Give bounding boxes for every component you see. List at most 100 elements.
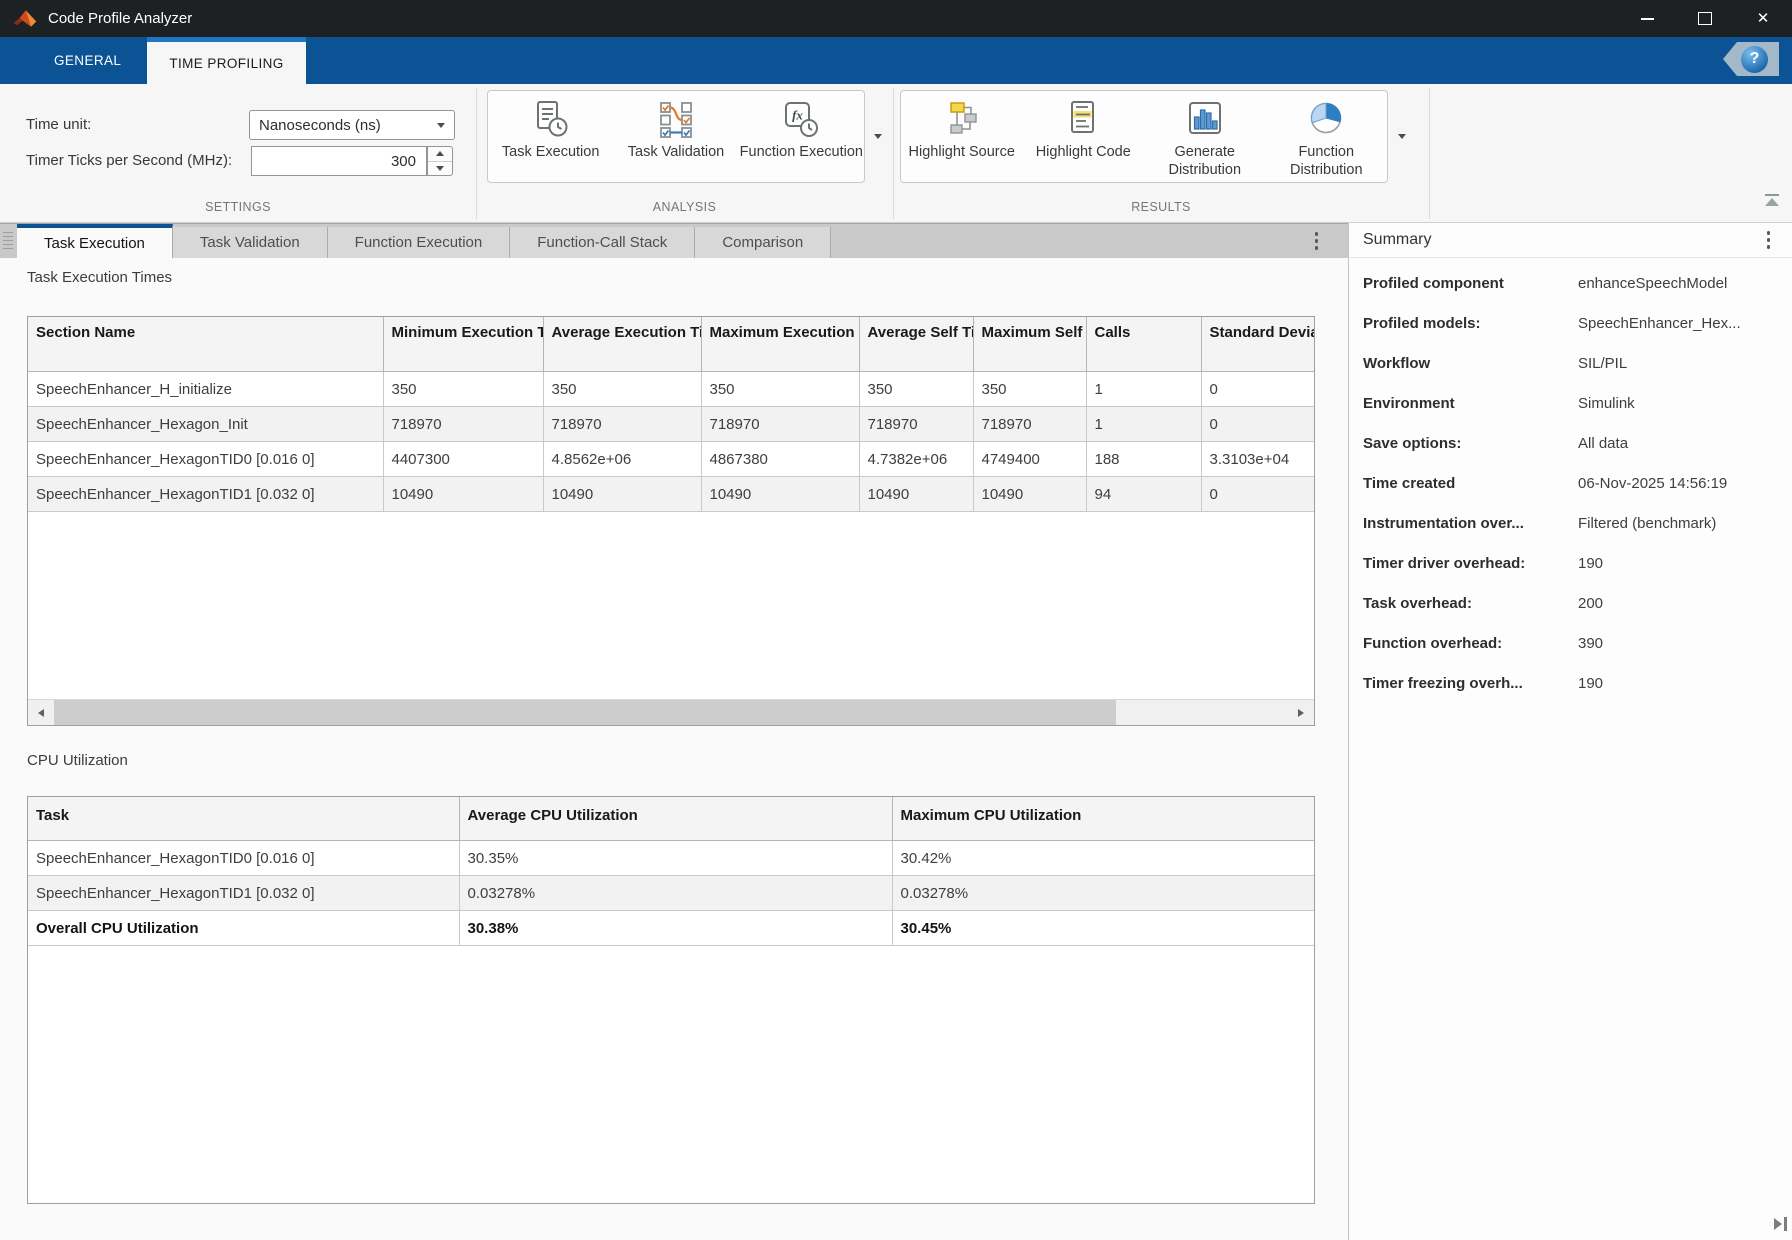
maximize-icon: [1698, 12, 1712, 25]
column-header[interactable]: Average CPU Utilization: [459, 797, 892, 841]
doc-tab[interactable]: Task Validation: [173, 227, 328, 258]
task-validation-button[interactable]: Task Validation: [613, 91, 738, 182]
chevron-down-icon: [436, 166, 444, 171]
results-gallery-dropdown[interactable]: [1390, 90, 1414, 183]
table-cell: 4749400: [973, 442, 1086, 477]
table-cell: SpeechEnhancer_HexagonTID0 [0.016 0]: [28, 442, 383, 477]
toolstrip: Time unit: Nanoseconds (ns) Timer Ticks …: [0, 84, 1792, 223]
table-cell: Overall CPU Utilization: [28, 911, 459, 946]
scroll-left-button[interactable]: [28, 700, 54, 725]
summary-row: Workflow SIL/PIL: [1349, 354, 1792, 394]
close-button[interactable]: ✕: [1734, 0, 1792, 37]
table-cell: 30.35%: [459, 841, 892, 876]
section-divider: [1429, 88, 1430, 219]
function-execution-icon: fx: [779, 98, 823, 142]
table-row[interactable]: SpeechEnhancer_HexagonTID1 [0.032 0] 0.03…: [28, 876, 1314, 911]
summary-value: 190: [1578, 554, 1603, 574]
time-unit-dropdown[interactable]: Nanoseconds (ns): [249, 110, 455, 140]
timer-ticks-input[interactable]: [251, 146, 427, 176]
table-cell: 718970: [973, 407, 1086, 442]
table-cell: SpeechEnhancer_Hexagon_Init: [28, 407, 383, 442]
column-header[interactable]: Average Execution Time: [543, 317, 701, 372]
summary-value: All data: [1578, 434, 1628, 454]
table-cell: 0.03278%: [892, 876, 1314, 911]
minimize-button[interactable]: [1618, 0, 1676, 37]
column-header[interactable]: Standard Deviation: [1201, 317, 1314, 372]
table-cell: 10490: [383, 477, 543, 512]
column-header[interactable]: Minimum Execution Time: [383, 317, 543, 372]
analysis-gallery-dropdown[interactable]: [866, 90, 890, 183]
close-icon: ✕: [1757, 11, 1770, 26]
table-cell: 30.38%: [459, 911, 892, 946]
scrollbar-track[interactable]: [54, 700, 1288, 725]
tab-options-menu[interactable]: [1315, 232, 1319, 250]
table-cell: 350: [701, 372, 859, 407]
timer-ticks-stepper[interactable]: [427, 146, 453, 176]
scrollbar-thumb[interactable]: [54, 700, 1116, 725]
table-cell: 4867380: [701, 442, 859, 477]
table-row[interactable]: SpeechEnhancer_HexagonTID0 [0.016 0]4407…: [28, 442, 1314, 477]
table-cell: 30.42%: [892, 841, 1314, 876]
table-cell: 718970: [859, 407, 973, 442]
summary-panel-header: Summary: [1348, 223, 1792, 258]
results-button-group: Highlight Source Highlight Code Generate: [900, 90, 1388, 183]
doc-tab[interactable]: Task Execution: [17, 224, 173, 258]
stepper-up-button[interactable]: [428, 147, 452, 161]
function-execution-button[interactable]: fx Function Execution: [739, 91, 864, 182]
summary-label: Profiled component: [1363, 274, 1578, 294]
collapse-toolstrip-button[interactable]: [1764, 194, 1780, 206]
table-row[interactable]: SpeechEnhancer_HexagonTID0 [0.016 0]30.3…: [28, 841, 1314, 876]
table-row[interactable]: SpeechEnhancer_HexagonTID1 [0.032 0]1049…: [28, 477, 1314, 512]
horizontal-scrollbar[interactable]: [28, 699, 1314, 725]
function-distribution-button[interactable]: Function Distribution: [1266, 91, 1388, 182]
drag-grip-icon[interactable]: [3, 232, 13, 250]
cpu-table-title: CPU Utilization: [27, 752, 128, 769]
expand-panel-button[interactable]: [1774, 1217, 1787, 1231]
table-cell: 3.3103e+04: [1201, 442, 1314, 477]
maximize-button[interactable]: [1676, 0, 1734, 37]
chevron-down-icon: [874, 134, 882, 139]
table-cell: SpeechEnhancer_HexagonTID1 [0.032 0]: [28, 876, 459, 911]
table-row[interactable]: SpeechEnhancer_Hexagon_Init7189707189707…: [28, 407, 1314, 442]
column-header[interactable]: Maximum Execution Time: [701, 317, 859, 372]
summary-value: SIL/PIL: [1578, 354, 1627, 374]
ribbon-tab[interactable]: GENERAL: [28, 37, 147, 84]
table-cell: 4.7382e+06: [859, 442, 973, 477]
summary-row: Profiled component enhanceSpeechModel: [1349, 274, 1792, 314]
stepper-down-button[interactable]: [428, 161, 452, 176]
table-cell: 718970: [701, 407, 859, 442]
table-row[interactable]: Overall CPU Utilization30.38%30.45%: [28, 911, 1314, 946]
column-header[interactable]: Average Self Time: [859, 317, 973, 372]
column-header[interactable]: Section Name: [28, 317, 383, 372]
ribbon-tab[interactable]: TIME PROFILING: [147, 37, 305, 84]
column-header[interactable]: Maximum CPU Utilization: [892, 797, 1314, 841]
column-header[interactable]: Task: [28, 797, 459, 841]
summary-value: 190: [1578, 674, 1603, 694]
window-title: Code Profile Analyzer: [48, 10, 192, 27]
collapse-arrow-icon: [1765, 198, 1779, 206]
summary-title: Summary: [1363, 231, 1431, 249]
timer-ticks-label: Timer Ticks per Second (MHz):: [26, 146, 232, 176]
doc-tab[interactable]: Function Execution: [328, 227, 511, 258]
table-row[interactable]: SpeechEnhancer_H_initialize3503503503503…: [28, 372, 1314, 407]
summary-label: Environment: [1363, 394, 1578, 414]
doc-tab[interactable]: Function-Call Stack: [510, 227, 695, 258]
task-execution-icon: [529, 98, 573, 142]
summary-row: Task overhead: 200: [1349, 594, 1792, 634]
summary-row: Save options: All data: [1349, 434, 1792, 474]
scroll-right-button[interactable]: [1288, 700, 1314, 725]
doc-tab[interactable]: Comparison: [695, 227, 831, 258]
summary-row: Timer driver overhead: 190: [1349, 554, 1792, 594]
table-cell: 718970: [543, 407, 701, 442]
generate-distribution-button[interactable]: Generate Distribution: [1144, 91, 1266, 182]
cpu-utilization-table-container: TaskAverage CPU UtilizationMaximum CPU U…: [27, 796, 1315, 1204]
highlight-code-button[interactable]: Highlight Code: [1023, 91, 1145, 182]
column-header[interactable]: Calls: [1086, 317, 1201, 372]
highlight-source-button[interactable]: Highlight Source: [901, 91, 1023, 182]
column-header[interactable]: Maximum Self Time: [973, 317, 1086, 372]
summary-options-menu[interactable]: [1767, 231, 1771, 249]
generate-distribution-icon: [1183, 98, 1227, 142]
section-label-analysis: ANALYSIS: [476, 200, 893, 214]
task-execution-button[interactable]: Task Execution: [488, 91, 613, 182]
document-tab-bar: Task ExecutionTask ValidationFunction Ex…: [0, 223, 1348, 258]
